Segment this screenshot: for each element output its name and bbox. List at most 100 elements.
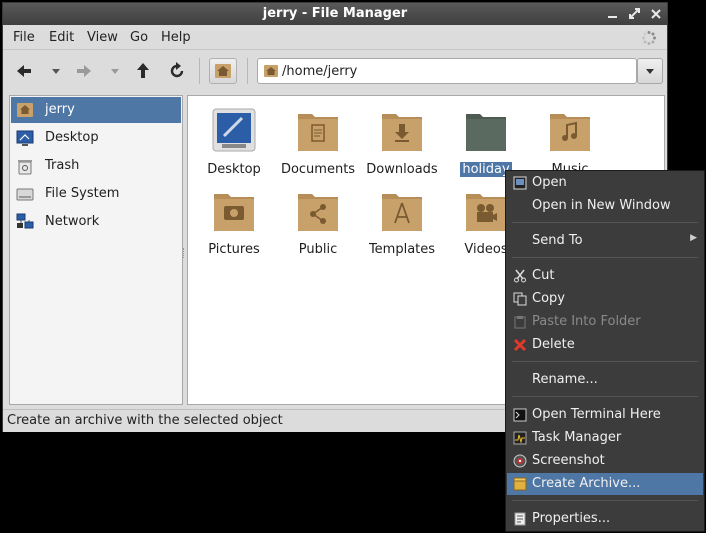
- public-folder-icon: [298, 194, 338, 231]
- location-bar[interactable]: /home/jerry: [257, 58, 637, 84]
- task-manager-icon: [513, 431, 527, 445]
- ctx-item-properties[interactable]: Properties...: [507, 508, 703, 530]
- documents-folder-icon: [298, 114, 338, 151]
- sidebar-item-desktop[interactable]: Desktop: [11, 125, 181, 151]
- sidebar-item-jerry[interactable]: jerry: [11, 97, 181, 123]
- paste-icon: [514, 316, 526, 329]
- archive-icon: [513, 477, 527, 491]
- menu-edit[interactable]: Edit: [49, 30, 74, 45]
- ctx-item-paste[interactable]: Paste Into Folder: [507, 311, 703, 333]
- ctx-label: Rename...: [532, 372, 598, 387]
- forward-history-icon[interactable]: [104, 60, 126, 82]
- toolbar-separator: [247, 58, 248, 84]
- status-text: Create an archive with the selected obje…: [7, 413, 283, 428]
- minimize-icon[interactable]: [605, 6, 621, 22]
- back-history-icon[interactable]: [45, 60, 67, 82]
- title-bar[interactable]: jerry - File Manager: [3, 3, 667, 25]
- menu-separator: [512, 257, 698, 258]
- ctx-label: Properties...: [532, 511, 611, 526]
- ctx-item-send-to[interactable]: Send To ▶: [507, 230, 703, 252]
- sidebar-item-trash[interactable]: Trash: [11, 153, 181, 179]
- drive-icon: [16, 188, 34, 201]
- sidebar-item-label: Trash: [45, 158, 80, 173]
- properties-icon: [514, 512, 526, 526]
- menu-bar: File Edit View Go Help: [3, 25, 667, 49]
- ctx-item-cut[interactable]: Cut: [507, 265, 703, 287]
- ctx-item-open[interactable]: Open: [507, 172, 703, 194]
- reload-icon[interactable]: [166, 60, 188, 82]
- ctx-label: Open: [532, 175, 567, 190]
- loading-spinner-icon: [642, 31, 656, 45]
- up-icon[interactable]: [132, 60, 154, 82]
- toolbar: /home/jerry: [3, 49, 667, 92]
- sidebar-item-label: Network: [45, 214, 100, 229]
- sidebar: jerry Desktop Trash File System Network: [9, 95, 183, 405]
- sidebar-item-label: File System: [45, 186, 120, 201]
- menu-go[interactable]: Go: [130, 30, 148, 45]
- ctx-item-open-new-window[interactable]: Open in New Window: [507, 195, 703, 217]
- file-label: Desktop: [207, 162, 261, 177]
- context-menu: Open Open in New Window Send To ▶ Cut Co…: [505, 170, 705, 532]
- ctx-label: Paste Into Folder: [532, 314, 641, 329]
- trash-icon: [18, 160, 32, 175]
- close-icon[interactable]: [648, 6, 664, 22]
- ctx-item-terminal[interactable]: Open Terminal Here: [507, 404, 703, 426]
- ctx-label: Create Archive...: [532, 476, 641, 491]
- pictures-folder-icon: [214, 194, 254, 231]
- templates-folder-icon: [382, 194, 422, 231]
- menu-separator: [512, 361, 698, 362]
- sidebar-item-network[interactable]: Network: [11, 209, 181, 235]
- desktop-icon: [16, 130, 34, 146]
- downloads-folder-icon: [382, 114, 422, 151]
- home-button[interactable]: [209, 58, 237, 84]
- file-item-music[interactable]: Music: [528, 100, 612, 180]
- copy-icon: [513, 292, 527, 306]
- file-label: Public: [298, 242, 338, 257]
- network-icon: [16, 213, 34, 229]
- terminal-icon: [513, 408, 527, 422]
- toolbar-separator: [199, 58, 200, 84]
- forward-icon[interactable]: [73, 60, 95, 82]
- maximize-icon[interactable]: [627, 6, 643, 22]
- menu-file[interactable]: File: [13, 30, 35, 45]
- music-folder-icon: [550, 114, 590, 151]
- ctx-item-create-archive[interactable]: Create Archive...: [507, 473, 703, 495]
- file-item-pictures[interactable]: Pictures: [192, 180, 276, 260]
- location-path: /home/jerry: [282, 64, 358, 79]
- back-icon[interactable]: [13, 60, 35, 82]
- file-item-downloads[interactable]: Downloads: [360, 100, 444, 180]
- sidebar-item-file-system[interactable]: File System: [11, 181, 181, 207]
- home-folder-icon: [17, 103, 33, 117]
- cut-icon: [514, 269, 526, 283]
- ctx-item-copy[interactable]: Copy: [507, 288, 703, 310]
- delete-icon: [513, 338, 527, 352]
- open-icon: [513, 176, 527, 190]
- folder-icon: [466, 114, 506, 151]
- ctx-label: Copy: [532, 291, 565, 306]
- file-label: Pictures: [208, 242, 260, 257]
- file-item-documents[interactable]: Documents: [276, 100, 360, 180]
- file-label: Downloads: [366, 162, 438, 177]
- file-item-desktop[interactable]: Desktop: [192, 100, 276, 180]
- videos-folder-icon: [466, 194, 506, 231]
- ctx-label: Delete: [532, 337, 575, 352]
- file-item-public[interactable]: Public: [276, 180, 360, 260]
- ctx-label: Send To: [532, 233, 583, 248]
- screenshot-icon: [513, 454, 527, 468]
- chevron-down-icon: [646, 69, 654, 74]
- menu-help[interactable]: Help: [161, 30, 191, 45]
- home-folder-icon: [264, 65, 278, 77]
- ctx-item-task-manager[interactable]: Task Manager: [507, 427, 703, 449]
- ctx-item-screenshot[interactable]: Screenshot: [507, 450, 703, 472]
- file-label: Templates: [368, 242, 436, 257]
- menu-view[interactable]: View: [87, 30, 118, 45]
- ctx-label: Screenshot: [532, 453, 605, 468]
- ctx-label: Cut: [532, 268, 555, 283]
- sidebar-item-label: jerry: [45, 102, 75, 117]
- ctx-item-delete[interactable]: Delete: [507, 334, 703, 356]
- ctx-item-rename[interactable]: Rename...: [507, 369, 703, 391]
- file-item-templates[interactable]: Templates: [360, 180, 444, 260]
- menu-separator: [512, 222, 698, 223]
- location-dropdown-button[interactable]: [637, 58, 663, 84]
- file-item-holiday[interactable]: holiday: [444, 100, 528, 180]
